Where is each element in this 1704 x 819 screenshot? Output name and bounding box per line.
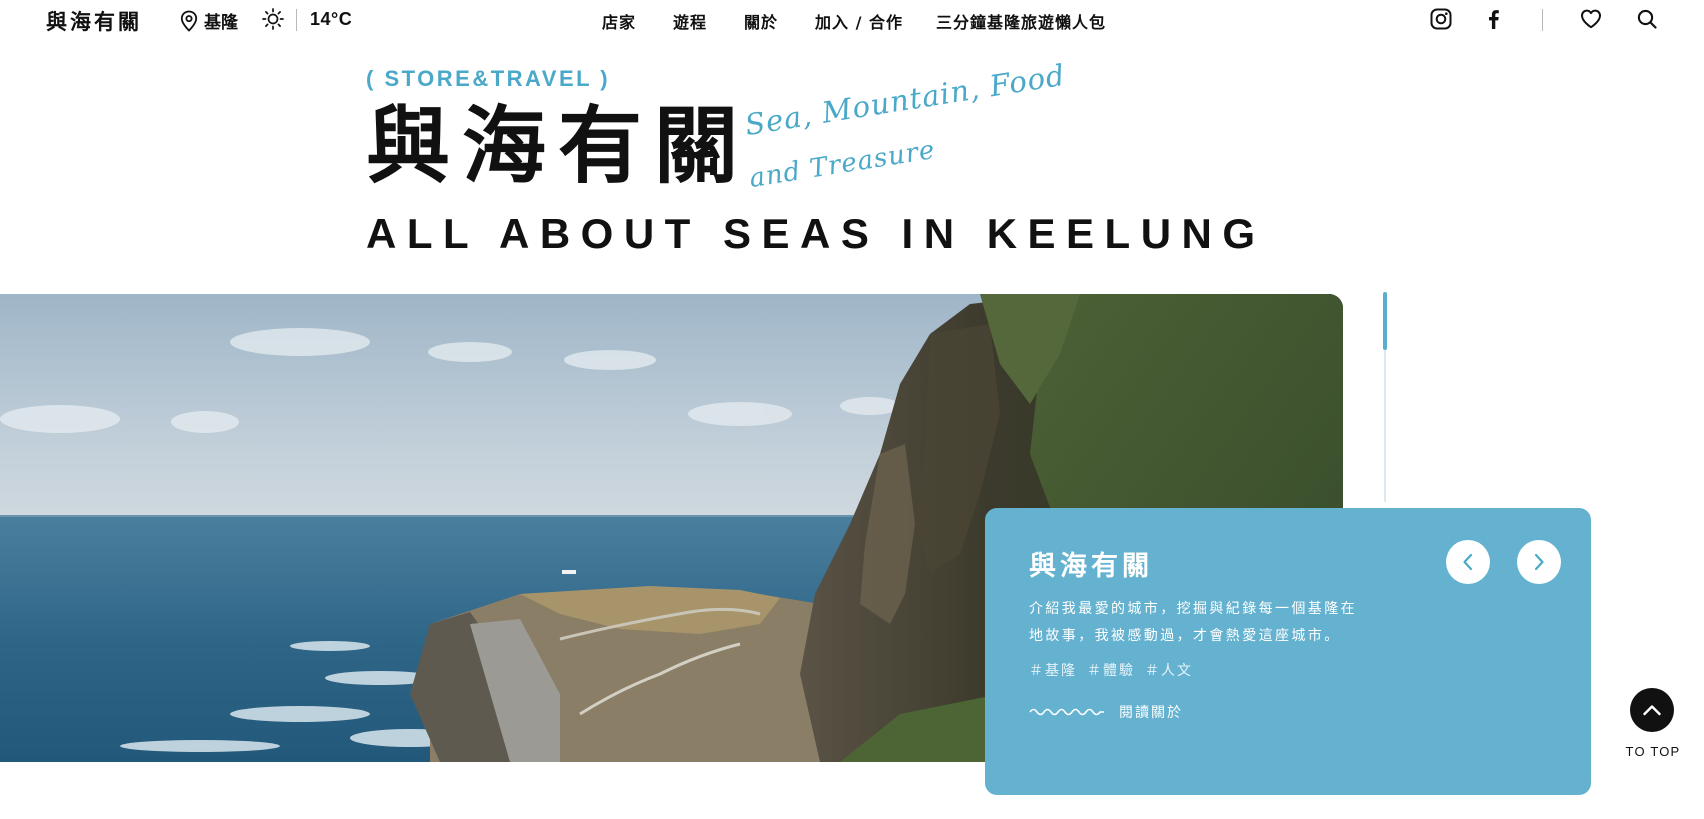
to-top-label[interactable]: TO TOP xyxy=(1622,744,1684,759)
read-more-label: 閱讀關於 xyxy=(1119,705,1183,721)
tag-keelung[interactable]: ＃基隆 xyxy=(1029,660,1077,680)
wave-line-icon xyxy=(1029,708,1104,716)
header-divider xyxy=(296,9,297,31)
hero-english-title: ALL ABOUT SEAS IN KEELUNG xyxy=(366,210,1266,257)
to-top-button[interactable] xyxy=(1630,688,1674,732)
chevron-left-icon xyxy=(1463,553,1473,571)
hero-script-line2: and Treasure xyxy=(747,135,938,194)
location-indicator: 基隆 xyxy=(180,8,238,33)
location-name: 基隆 xyxy=(204,13,238,33)
nav-travel-guide[interactable]: 三分鐘基隆旅遊懶人包 xyxy=(936,9,1106,33)
location-pin-icon xyxy=(180,10,198,32)
read-more-link[interactable]: 閱讀關於 xyxy=(1029,702,1183,722)
temperature: 14°C xyxy=(310,9,353,29)
tag-culture[interactable]: ＃人文 xyxy=(1145,660,1193,680)
facebook-icon[interactable] xyxy=(1486,8,1500,30)
search-icon[interactable] xyxy=(1636,8,1658,30)
hero-title: 與海有關 xyxy=(366,97,751,195)
hero-tag: ( STORE&TRAVEL ) xyxy=(366,66,611,91)
heart-icon[interactable] xyxy=(1580,8,1602,30)
info-card: 與海有關 介紹我最愛的城市，挖掘與紀錄每一個基隆在地故事，我被感動過，才會熱愛這… xyxy=(985,508,1591,795)
prev-slide-button[interactable] xyxy=(1446,540,1490,584)
tag-experience[interactable]: ＃體驗 xyxy=(1087,660,1135,680)
next-slide-button[interactable] xyxy=(1517,540,1561,584)
nav-tours[interactable]: 遊程 xyxy=(673,9,707,33)
chevron-right-icon xyxy=(1534,553,1544,571)
chevron-up-icon xyxy=(1643,705,1661,716)
header-divider-right xyxy=(1542,9,1543,31)
card-description: 介紹我最愛的城市，挖掘與紀錄每一個基隆在地故事，我被感動過，才會熱愛這座城市。 xyxy=(1029,601,1357,644)
sun-icon xyxy=(262,8,284,30)
nav-stores[interactable]: 店家 xyxy=(602,9,636,33)
site-logo[interactable]: 與海有關 xyxy=(46,6,142,36)
card-title: 與海有關 xyxy=(1029,551,1153,582)
instagram-icon[interactable] xyxy=(1430,8,1452,30)
nav-join-cooperate[interactable]: 加入 / 合作 xyxy=(815,9,903,33)
nav-about[interactable]: 關於 xyxy=(744,9,778,33)
card-tags: ＃基隆 ＃體驗 ＃人文 xyxy=(1029,660,1193,680)
scroll-thumb[interactable] xyxy=(1383,292,1387,350)
site-header: 與海有關 基隆 14°C 店家 遊程 關於 加入 / 合作 三分鐘基隆旅遊懶人包 xyxy=(0,0,1704,42)
hero-script-line1: Sea, Mountain, Food xyxy=(742,57,1068,142)
